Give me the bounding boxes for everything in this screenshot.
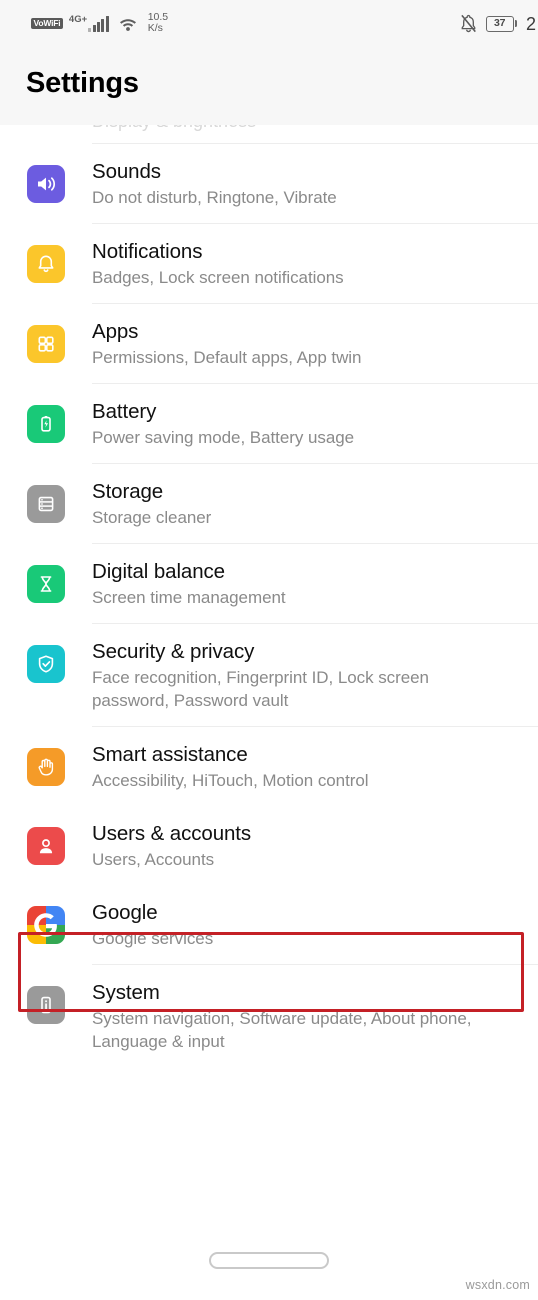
row-text-block: Google Google services xyxy=(92,900,524,950)
settings-row-apps[interactable]: Apps Permissions, Default apps, App twin xyxy=(0,304,538,383)
network-type-label: 4G+ xyxy=(68,14,88,26)
status-bar-right: 37 2 xyxy=(460,0,538,47)
row-icon-slot xyxy=(0,821,92,865)
row-icon-slot xyxy=(0,742,92,786)
row-text-block: Security & privacy Face recognition, Fin… xyxy=(92,639,524,712)
user-account-icon xyxy=(27,827,65,865)
row-title: Security & privacy xyxy=(92,640,255,663)
row-icon-slot xyxy=(0,980,92,1024)
apps-grid-icon xyxy=(27,325,65,363)
row-text-block: Smart assistance Accessibility, HiTouch,… xyxy=(92,742,524,792)
row-icon-slot xyxy=(0,900,92,944)
row-title: Storage xyxy=(92,480,164,503)
settings-row-system[interactable]: System System navigation, Software updat… xyxy=(0,965,538,1067)
shield-check-icon xyxy=(27,645,65,683)
row-title: System xyxy=(92,981,160,1004)
battery-percent-label: 37 xyxy=(494,17,506,30)
settings-row-security-privacy[interactable]: Security & privacy Face recognition, Fin… xyxy=(0,624,538,726)
vowifi-badge: VoWiFi xyxy=(31,17,63,30)
row-subtitle: Accessibility, HiTouch, Motion control xyxy=(92,771,369,790)
phone-screen: VoWiFi 4G+ 10.5 K/s 37 2 Settings Sounds… xyxy=(0,0,538,1300)
settings-row-digital-balance[interactable]: Digital balance Screen time management xyxy=(0,544,538,623)
wifi-icon xyxy=(118,15,138,32)
clock-label: 2 xyxy=(525,13,536,34)
row-icon-slot xyxy=(0,479,92,523)
battery-indicator: 37 xyxy=(485,15,517,32)
row-subtitle: Power saving mode, Battery usage xyxy=(92,428,355,447)
row-title: Notifications xyxy=(92,240,203,263)
row-icon-slot xyxy=(0,559,92,603)
speaker-icon xyxy=(27,165,65,203)
scrolled-off-row-remnant: Display & brightness xyxy=(0,125,538,143)
row-text-block: Storage Storage cleaner xyxy=(92,479,524,529)
battery-body: 37 xyxy=(485,15,514,32)
hand-icon xyxy=(27,748,65,786)
watermark-label: wsxdn.com xyxy=(465,1278,530,1292)
row-icon-slot xyxy=(0,639,92,683)
phone-info-icon xyxy=(27,986,65,1024)
page-title: Settings xyxy=(26,67,139,99)
row-icon-slot xyxy=(0,159,92,203)
row-title: Digital balance xyxy=(92,560,225,583)
scrolled-off-label: Display & brightness xyxy=(92,125,256,132)
row-icon-slot xyxy=(0,319,92,363)
row-text-block: Notifications Badges, Lock screen notifi… xyxy=(92,239,524,289)
settings-header: Settings xyxy=(0,47,538,125)
settings-row-notifications[interactable]: Notifications Badges, Lock screen notifi… xyxy=(0,224,538,303)
row-text-block: Sounds Do not disturb, Ringtone, Vibrate xyxy=(92,159,524,209)
row-icon-slot xyxy=(0,399,92,443)
settings-list[interactable]: Display & brightness Sounds Do not distu… xyxy=(0,125,538,1235)
navigation-bar: wsxdn.com xyxy=(0,1235,538,1300)
row-text-block: System System navigation, Software updat… xyxy=(92,980,524,1053)
row-subtitle: Badges, Lock screen notifications xyxy=(92,268,344,287)
settings-row-battery[interactable]: Battery Power saving mode, Battery usage xyxy=(0,384,538,463)
row-title: Battery xyxy=(92,400,157,423)
row-subtitle: Do not disturb, Ringtone, Vibrate xyxy=(92,188,337,207)
cellular-signal-indicator: 4G+ xyxy=(69,15,109,32)
settings-row-storage[interactable]: Storage Storage cleaner xyxy=(0,464,538,543)
row-text-block: Apps Permissions, Default apps, App twin xyxy=(92,319,524,369)
signal-bars-icon xyxy=(88,15,109,32)
status-bar: VoWiFi 4G+ 10.5 K/s 37 2 xyxy=(0,0,538,47)
row-subtitle: System navigation, Software update, Abou… xyxy=(92,1009,472,1051)
row-title: Google xyxy=(92,901,158,924)
row-subtitle: Users, Accounts xyxy=(92,850,215,869)
row-title: Smart assistance xyxy=(92,743,248,766)
data-rate-indicator: 10.5 K/s xyxy=(148,12,168,34)
settings-row-google[interactable]: Google Google services xyxy=(0,885,538,964)
row-title: Sounds xyxy=(92,160,161,183)
battery-tip xyxy=(514,20,517,27)
hourglass-icon xyxy=(27,565,65,603)
settings-row-users-accounts[interactable]: Users & accounts Users, Accounts xyxy=(0,806,538,885)
status-bar-left: VoWiFi 4G+ 10.5 K/s xyxy=(31,12,168,35)
storage-stack-icon xyxy=(27,485,65,523)
settings-row-sounds[interactable]: Sounds Do not disturb, Ringtone, Vibrate xyxy=(0,144,538,223)
row-title: Apps xyxy=(92,320,139,343)
data-rate-unit: K/s xyxy=(147,22,163,34)
battery-bolt-icon xyxy=(27,405,65,443)
bell-muted-icon xyxy=(460,14,477,33)
row-subtitle: Google services xyxy=(92,929,214,948)
row-subtitle: Permissions, Default apps, App twin xyxy=(92,348,362,367)
row-subtitle: Screen time management xyxy=(92,588,286,607)
settings-row-smart-assistance[interactable]: Smart assistance Accessibility, HiTouch,… xyxy=(0,727,538,806)
row-text-block: Users & accounts Users, Accounts xyxy=(92,821,524,871)
google-logo-icon xyxy=(27,906,65,944)
bell-icon xyxy=(27,245,65,283)
row-title: Users & accounts xyxy=(92,822,252,845)
row-icon-slot xyxy=(0,239,92,283)
row-text-block: Digital balance Screen time management xyxy=(92,559,524,609)
row-subtitle: Face recognition, Fingerprint ID, Lock s… xyxy=(92,668,429,710)
row-text-block: Battery Power saving mode, Battery usage xyxy=(92,399,524,449)
row-subtitle: Storage cleaner xyxy=(92,508,212,527)
home-gesture-pill[interactable] xyxy=(209,1252,329,1269)
